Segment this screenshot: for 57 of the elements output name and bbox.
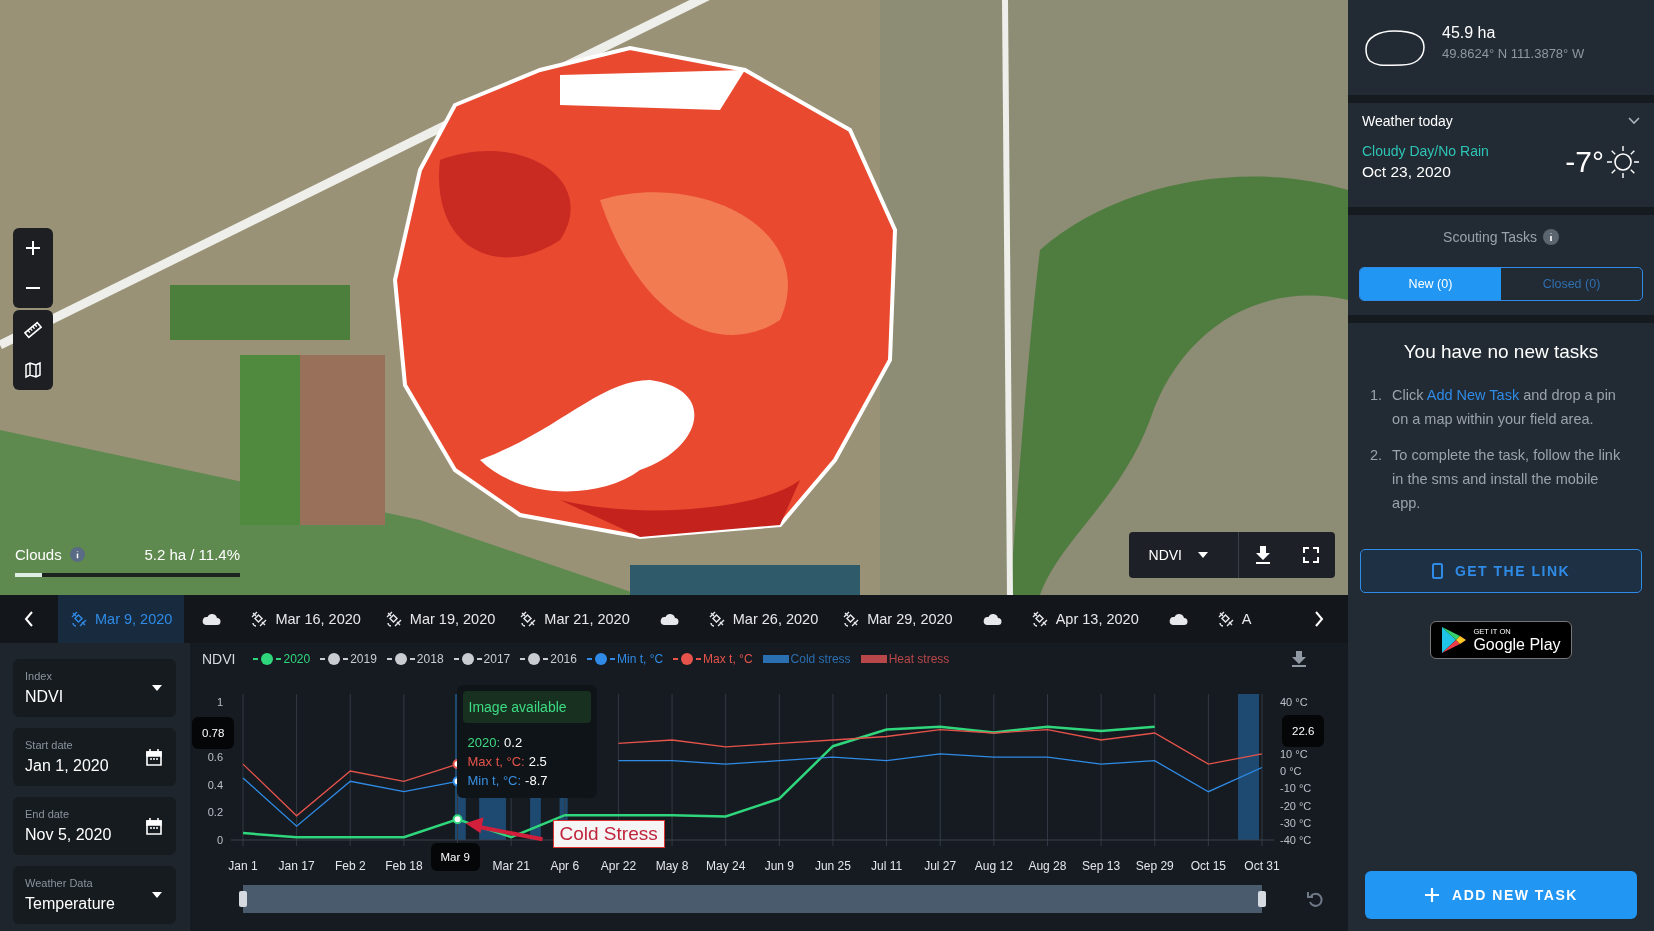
axis-label: Apr 22 [600, 859, 637, 873]
axis-label: Feb 2 [334, 859, 366, 873]
axis-label: -30 °C [1280, 816, 1312, 829]
axis-label: 0 °C [1280, 765, 1302, 777]
axis-label: May 24 [706, 859, 746, 873]
axis-label: 0.6 [207, 751, 223, 764]
date-marker: Mar 9 [430, 843, 480, 871]
axis-label: Jun 25 [814, 859, 851, 873]
axis-label: Apr 6 [550, 859, 580, 873]
field-area: 45.9 ha [1442, 24, 1585, 42]
axis-label: 0.4 [207, 778, 223, 791]
value-marker: 22.6 [1282, 715, 1325, 747]
callout-label: Cold Stress [552, 820, 665, 848]
step-number: 2. [1370, 446, 1383, 465]
axis-label: Oct 15 [1190, 859, 1227, 873]
axis-label: Sep 29 [1135, 859, 1174, 873]
axis-label: 1 [216, 696, 223, 708]
tooltip-label: 2020: [467, 735, 501, 750]
axis-label: May 8 [655, 859, 689, 873]
tooltip-value: -8.7 [525, 773, 548, 788]
axis-label: 0 [216, 834, 223, 846]
axis-label: Jul 11 [871, 859, 903, 873]
axis-label: Aug 28 [1028, 859, 1067, 873]
step-number: 1. [1370, 386, 1383, 405]
axis-label: Jun 9 [764, 859, 794, 873]
axis-label: -20 °C [1280, 799, 1312, 812]
axis-label: Feb 18 [385, 859, 423, 873]
chart-title: NDVI [202, 651, 236, 667]
axis-label: Sep 13 [1082, 859, 1121, 873]
axis-label: Jan 1 [228, 859, 258, 873]
section-title: Scouting Tasks [1443, 229, 1537, 245]
empty-heading: You have no new tasks [1403, 341, 1599, 363]
axis-label: Oct 31 [1244, 859, 1280, 873]
axis-label: Jul 27 [924, 859, 957, 873]
tooltip-value: 0.2 [504, 735, 523, 750]
clouds-reading: 5.2 ha / 11.4% [144, 546, 240, 563]
axis-label: -40 °C [1280, 834, 1312, 846]
temperature: -7° [1565, 145, 1604, 179]
tooltip-label: Min t, °C: [467, 773, 522, 788]
weather-date: Oct 23, 2020 [1362, 163, 1452, 181]
step-text: Click Add New Task and drop a pin on a map within your field area. [1392, 386, 1617, 429]
axis-label: -10 °C [1280, 782, 1312, 795]
tooltip-label: Max t, °C: [467, 754, 525, 769]
tooltip-title: Image available [462, 691, 591, 723]
step-text: To complete the task, follow the link in the sms and install the mobile app. [1392, 446, 1622, 513]
axis-label: 40 °C [1280, 696, 1308, 708]
tooltip-value: 2.5 [528, 754, 547, 769]
value-marker: 0.78 [192, 717, 235, 749]
field-coordinates: 49.8624° N 111.3878° W [1442, 46, 1585, 61]
axis-label: Aug 12 [974, 859, 1013, 873]
axis-label: Jan 17 [278, 859, 315, 873]
axis-label: 0.2 [207, 806, 223, 819]
axis-label: 10 °C [1280, 747, 1308, 760]
clouds-label: Clouds [15, 546, 62, 563]
weather-title: Weather today [1362, 113, 1453, 129]
weather-condition: Cloudy Day/No Rain [1362, 143, 1490, 159]
axis-label: Mar 21 [492, 859, 530, 873]
